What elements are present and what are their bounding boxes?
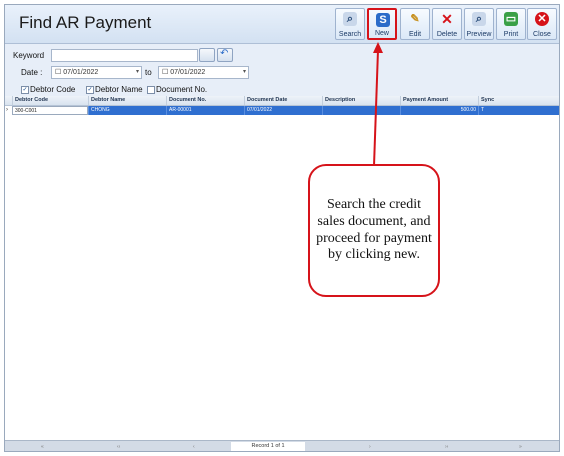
- to-label: to: [145, 68, 152, 77]
- debtor-name-label: Debtor Name: [95, 85, 143, 94]
- filter-panel: Keyword ↶ Date : ☐ 07/01/2022 ▾ to ☐ 07/…: [5, 44, 559, 96]
- column-header[interactable]: Debtor Code: [12, 96, 88, 105]
- date-label: Date :: [21, 68, 43, 77]
- new-button[interactable]: S New: [367, 8, 397, 40]
- document-no-checkbox[interactable]: [147, 86, 155, 94]
- row-indicator-icon: ›: [6, 107, 8, 113]
- last-record-icon[interactable]: »: [519, 444, 522, 450]
- keyboard-button[interactable]: [199, 48, 215, 62]
- refresh-button[interactable]: ↶: [217, 48, 233, 62]
- previous-page-icon[interactable]: ‹‹: [117, 444, 120, 450]
- debtor-code-label: Debtor Code: [30, 85, 76, 94]
- table-row[interactable]: › 300-C001 CHONG AR-00001 07/01/2022 500…: [5, 106, 559, 115]
- dropdown-icon[interactable]: ▾: [136, 67, 139, 78]
- date-from-input[interactable]: ☐ 07/01/2022 ▾: [51, 66, 142, 79]
- grid-header: Debtor Code Debtor Name Document No. Doc…: [5, 96, 559, 106]
- debtor-name-checkbox[interactable]: ✓: [86, 86, 94, 94]
- preview-icon: ⌕: [472, 12, 486, 26]
- pencil-icon: ✎: [410, 13, 420, 25]
- edit-button[interactable]: ✎ Edit: [400, 8, 430, 40]
- record-navigator: « ‹‹ ‹ Record 1 of 1 › ›› »: [5, 440, 559, 451]
- close-icon: ✕: [535, 12, 549, 26]
- preview-button[interactable]: ⌕ Preview: [464, 8, 494, 40]
- delete-button[interactable]: ✕ Delete: [432, 8, 462, 40]
- keyword-label: Keyword: [13, 51, 45, 60]
- next-record-icon[interactable]: ›: [369, 444, 371, 450]
- column-header[interactable]: Document Date: [244, 96, 322, 105]
- document-no-label: Document No.: [156, 85, 208, 94]
- next-page-icon[interactable]: ››: [445, 444, 448, 450]
- debtor-code-checkbox[interactable]: ✓: [21, 86, 29, 94]
- calendar-checkbox-icon: ☐: [55, 69, 64, 76]
- title-bar: Find AR Payment ⌕ Search S New ✎ Edit ✕ …: [5, 5, 559, 44]
- search-button[interactable]: ⌕ Search: [335, 8, 365, 40]
- column-header[interactable]: Sync: [478, 96, 559, 105]
- date-to-input[interactable]: ☐ 07/01/2022 ▾: [158, 66, 249, 79]
- close-button[interactable]: ✕ Close: [527, 8, 557, 40]
- magnifier-icon: ⌕: [343, 12, 357, 26]
- cell-sync[interactable]: T: [478, 106, 559, 115]
- column-header[interactable]: Debtor Name: [88, 96, 166, 105]
- find-ar-payment-window: Find AR Payment ⌕ Search S New ✎ Edit ✕ …: [4, 4, 560, 452]
- cell-description[interactable]: [322, 106, 400, 115]
- calendar-checkbox-icon: ☐: [162, 69, 171, 76]
- print-button[interactable]: ▭ Print: [496, 8, 526, 40]
- cell-payment-amount[interactable]: 500.00: [400, 106, 478, 115]
- refresh-icon: ↶: [220, 48, 229, 59]
- first-record-icon[interactable]: «: [41, 444, 44, 450]
- window-title: Find AR Payment: [19, 13, 152, 32]
- new-document-icon: S: [376, 13, 390, 27]
- cell-document-date[interactable]: 07/01/2022: [244, 106, 322, 115]
- previous-record-icon[interactable]: ‹: [193, 444, 195, 450]
- column-header[interactable]: Description: [322, 96, 400, 105]
- column-header[interactable]: Document No.: [166, 96, 244, 105]
- instruction-callout: Search the credit sales document, and pr…: [308, 164, 440, 297]
- printer-icon: ▭: [504, 12, 518, 26]
- cell-debtor-code[interactable]: 300-C001: [12, 106, 88, 115]
- cell-debtor-name[interactable]: CHONG: [88, 106, 166, 115]
- dropdown-icon[interactable]: ▾: [243, 67, 246, 78]
- red-x-icon: ✕: [441, 11, 453, 27]
- cell-document-no[interactable]: AR-00001: [166, 106, 244, 115]
- column-header[interactable]: Payment Amount: [400, 96, 478, 105]
- record-counter: Record 1 of 1: [231, 442, 305, 451]
- keyword-input[interactable]: [51, 49, 198, 62]
- results-grid: Debtor Code Debtor Name Document No. Doc…: [5, 96, 559, 440]
